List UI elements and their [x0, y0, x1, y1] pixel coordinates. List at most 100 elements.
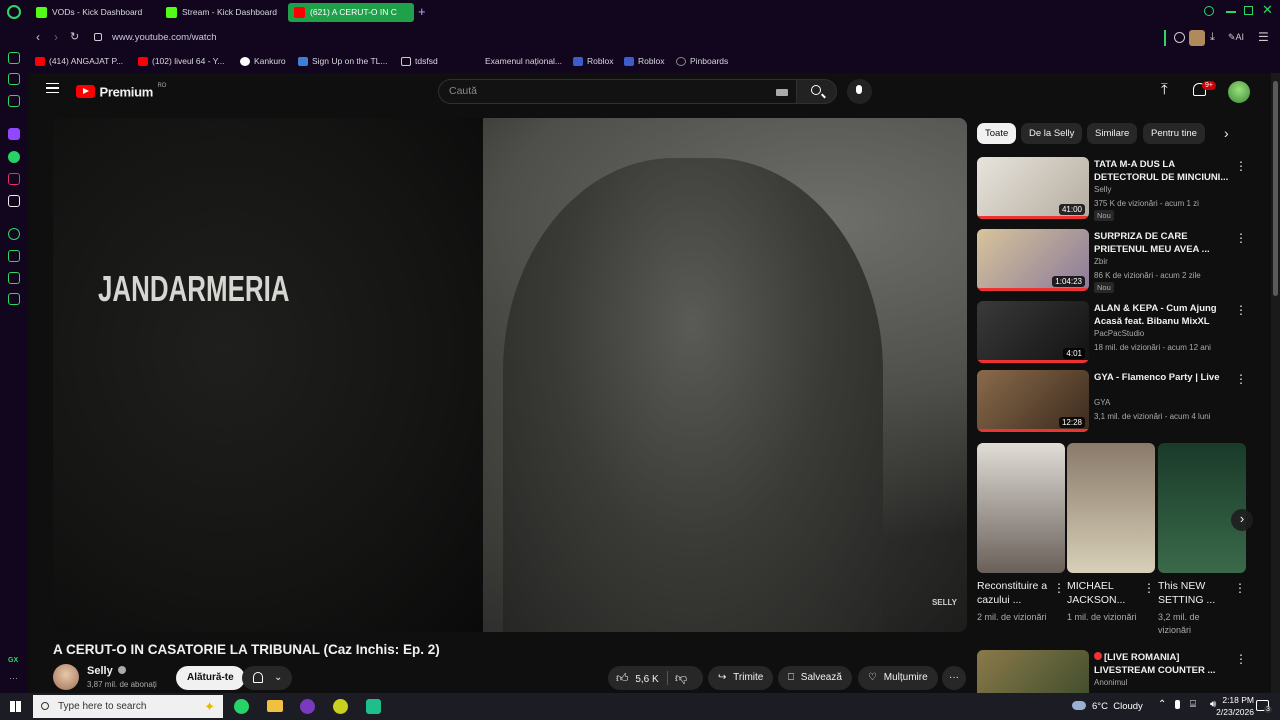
- kebab-menu-icon[interactable]: ⋮: [1143, 581, 1155, 595]
- recommendation-item-live[interactable]: [LIVE ROMANIA] LIVESTREAM COUNTER ... An…: [977, 650, 1267, 693]
- bookmark-item[interactable]: (414) ANGAJAT P...: [35, 55, 123, 68]
- bookmark-item[interactable]: Kankuro: [240, 55, 286, 68]
- bookmark-item[interactable]: Roblox: [624, 55, 664, 68]
- gx-label[interactable]: GX: [8, 657, 18, 664]
- discord-icon[interactable]: [8, 95, 20, 107]
- chip-from-selly[interactable]: De la Selly: [1021, 123, 1083, 144]
- bookmark-item[interactable]: tdsfsd: [401, 55, 438, 68]
- bookmark-item[interactable]: Pinboards: [676, 55, 728, 68]
- minimize-button[interactable]: [1226, 11, 1236, 13]
- recommendation-item[interactable]: 4:01 ALAN & KEPA - Cum Ajung Acasă feat.…: [977, 301, 1267, 363]
- kebab-menu-icon[interactable]: ⋮: [1234, 581, 1246, 595]
- whatsapp-taskbar-icon[interactable]: [234, 699, 249, 714]
- tab-youtube-active[interactable]: (621) A CERUT-O IN C: [288, 3, 414, 22]
- search-input[interactable]: Caută: [438, 79, 796, 104]
- kebab-menu-icon[interactable]: ⋮: [1235, 652, 1247, 666]
- whatsapp-icon[interactable]: [8, 151, 20, 163]
- recommendation-item[interactable]: 12:28 GYA - Flamenco Party | Live GYA 3,…: [977, 370, 1267, 432]
- network-icon[interactable]: ⌸: [1190, 699, 1196, 710]
- voice-search-button[interactable]: [847, 79, 872, 104]
- microphone-tray-icon[interactable]: [1175, 700, 1180, 709]
- account-avatar[interactable]: [1228, 81, 1250, 103]
- forward-icon[interactable]: ›: [54, 30, 58, 44]
- video-player[interactable]: JANDARMERIA SELLY: [53, 118, 967, 632]
- short-item[interactable]: MICHAEL JACKSON... 1 mil. de vizionări ⋮: [1067, 443, 1155, 624]
- settings-icon[interactable]: [8, 293, 20, 305]
- save-button[interactable]: ⎕ Salvează: [778, 666, 852, 690]
- weather-text[interactable]: 6°C Cloudy: [1092, 701, 1143, 712]
- new-tab-button[interactable]: +: [418, 4, 426, 19]
- opera-gx-logo-icon[interactable]: [7, 5, 21, 19]
- bookmark-item[interactable]: (102) liveul 64 - Y...: [138, 55, 224, 68]
- video-thumbnail[interactable]: 41:00: [977, 157, 1089, 219]
- opera-gx-taskbar-icon[interactable]: [300, 699, 315, 714]
- scrollbar-thumb[interactable]: [1273, 81, 1278, 296]
- search-tabs-icon[interactable]: [1204, 6, 1214, 16]
- short-thumbnail[interactable]: [1067, 443, 1155, 573]
- kebab-menu-icon[interactable]: ⋮: [1235, 372, 1247, 386]
- dislike-button[interactable]: 👎︎: [675, 666, 687, 690]
- channel-avatar[interactable]: [53, 664, 79, 690]
- chip-related[interactable]: Similare: [1087, 123, 1138, 144]
- like-button[interactable]: 👍︎ 5,6 K: [616, 666, 659, 690]
- taskbar-search-input[interactable]: Type here to search ✦: [33, 695, 223, 718]
- thanks-button[interactable]: ♡ Mulțumire: [858, 666, 938, 690]
- back-icon[interactable]: ‹: [36, 30, 40, 44]
- bookmark-item[interactable]: Sign Up on the TL...: [298, 55, 387, 68]
- clock-date[interactable]: 2/23/2026: [1200, 707, 1254, 717]
- short-thumbnail[interactable]: [977, 443, 1065, 573]
- close-button[interactable]: ✕: [1262, 2, 1273, 18]
- page-scrollbar[interactable]: [1271, 73, 1280, 693]
- windows-start-icon[interactable]: [10, 701, 21, 712]
- recommendation-item[interactable]: 1:04:23 SURPRIZA DE CARE PRIETENUL MEU A…: [977, 229, 1267, 293]
- video-thumbnail[interactable]: 1:04:23: [977, 229, 1089, 291]
- search-button[interactable]: [796, 79, 837, 104]
- tiktok-icon[interactable]: [8, 195, 20, 207]
- tab-vods[interactable]: VODs - Kick Dashboard: [30, 3, 155, 22]
- profile-avatar[interactable]: [1189, 30, 1205, 46]
- extensions-icon[interactable]: [8, 272, 20, 284]
- instagram-icon[interactable]: [8, 173, 20, 185]
- url-field[interactable]: www.youtube.com/watch: [112, 32, 217, 43]
- chips-next-chevron-icon[interactable]: ›: [1224, 125, 1229, 141]
- hamburger-menu-icon[interactable]: [46, 83, 59, 93]
- bookmark-item[interactable]: Roblox: [573, 55, 613, 68]
- tray-chevron-icon[interactable]: ⌃: [1158, 699, 1166, 710]
- kebab-menu-icon[interactable]: ⋮: [1235, 231, 1247, 245]
- gx-corner-icon[interactable]: [8, 52, 20, 64]
- more-icon[interactable]: ···: [9, 673, 18, 683]
- clock-time[interactable]: 2:18 PM: [1204, 695, 1254, 705]
- history-icon[interactable]: [8, 250, 20, 262]
- chip-for-you[interactable]: Pentru tine: [1143, 123, 1205, 144]
- ai-button[interactable]: ✎AI: [1228, 32, 1244, 43]
- app-taskbar-icon[interactable]: [333, 699, 348, 714]
- twitch-icon[interactable]: [8, 128, 20, 140]
- shorts-next-chevron-icon[interactable]: ›: [1231, 509, 1253, 531]
- chip-all[interactable]: Toate: [977, 123, 1017, 144]
- subscribed-button[interactable]: ⌄: [242, 666, 292, 690]
- channel-name[interactable]: Selly: [87, 665, 126, 677]
- player-icon[interactable]: [8, 228, 20, 240]
- reload-icon[interactable]: ↻: [70, 30, 79, 43]
- more-actions-button[interactable]: ···: [942, 666, 966, 690]
- kebab-menu-icon[interactable]: ⋮: [1235, 159, 1247, 173]
- download-icon[interactable]: ⤓: [1210, 31, 1215, 44]
- menu-icon[interactable]: ☰: [1258, 30, 1269, 44]
- extension-icon[interactable]: [1174, 32, 1185, 43]
- short-item[interactable]: Reconstituire a cazului ... 2 mil. de vi…: [977, 443, 1065, 624]
- bookmark-item[interactable]: Examenul național...: [471, 55, 562, 68]
- maximize-button[interactable]: [1244, 6, 1253, 15]
- youtube-logo[interactable]: Premium RO: [76, 83, 166, 99]
- gx-store-icon[interactable]: [8, 73, 20, 85]
- recommendation-item[interactable]: 41:00 TATA M-A DUS LA DETECTORUL DE MINC…: [977, 157, 1267, 221]
- file-explorer-icon[interactable]: [267, 700, 283, 712]
- tab-stream[interactable]: Stream - Kick Dashboard: [160, 3, 282, 22]
- upload-icon[interactable]: ⤒: [1161, 81, 1168, 98]
- share-button[interactable]: ↪ Trimite: [708, 666, 774, 690]
- video-thumbnail[interactable]: [977, 650, 1089, 693]
- video-thumbnail[interactable]: 12:28: [977, 370, 1089, 432]
- short-item[interactable]: This NEW SETTING ... 3,2 mil. de vizionă…: [1158, 443, 1246, 637]
- video-thumbnail[interactable]: 4:01: [977, 301, 1089, 363]
- keyboard-icon[interactable]: [776, 89, 788, 96]
- kebab-menu-icon[interactable]: ⋮: [1053, 581, 1065, 595]
